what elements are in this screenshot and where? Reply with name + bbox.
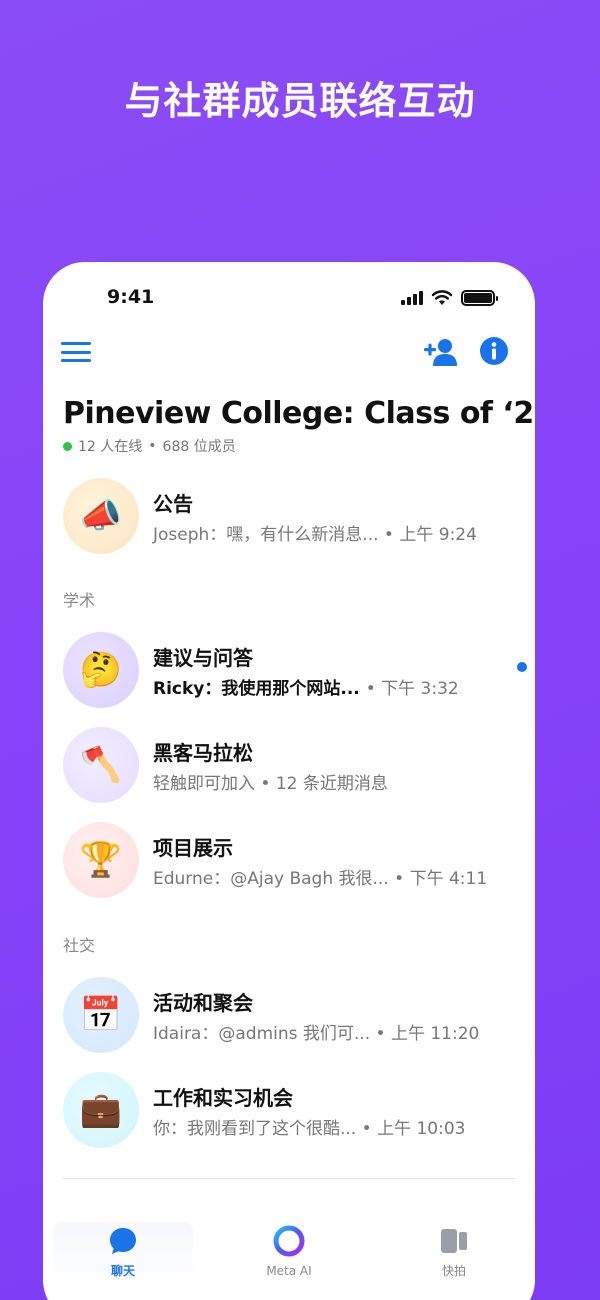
online-indicator-icon bbox=[63, 441, 72, 451]
signal-icon bbox=[401, 291, 423, 305]
preview-time: 上午 9:24 bbox=[399, 525, 477, 545]
section-label-academic: 学术 bbox=[63, 591, 96, 610]
calendar-icon: 📅 bbox=[63, 977, 139, 1053]
app-header bbox=[43, 332, 535, 372]
preview-sender: 你： bbox=[153, 1119, 187, 1139]
promo-headline: 与社群成员联络互动 bbox=[124, 79, 476, 123]
community-meta: 12 人在线 • 688 位成员 bbox=[63, 436, 236, 456]
preview-separator: • bbox=[361, 1119, 378, 1139]
group-title: 公告 bbox=[153, 492, 193, 516]
unread-indicator-icon bbox=[517, 662, 527, 672]
preview-separator: • bbox=[365, 679, 382, 699]
group-title: 建议与问答 bbox=[153, 646, 253, 670]
preview-text: @admins 我们可... bbox=[218, 1024, 371, 1044]
bottom-tab-bar: 聊天 Meta AI 快拍 bbox=[43, 1222, 535, 1292]
menu-button[interactable] bbox=[61, 338, 91, 366]
thinking-face-icon: 🤔 bbox=[63, 632, 139, 708]
group-preview: 轻触即可加入 • 12 条近期消息 bbox=[153, 769, 388, 794]
preview-text: 我刚看到了这个很酷... bbox=[187, 1119, 357, 1139]
battery-icon bbox=[461, 290, 498, 306]
group-title: 项目展示 bbox=[153, 836, 233, 860]
preview-text: 嘿，有什么新消息... bbox=[226, 525, 379, 545]
briefcase-icon: 💼 bbox=[63, 1072, 139, 1148]
preview-time: 上午 11:20 bbox=[390, 1024, 480, 1044]
preview-separator: • bbox=[394, 869, 410, 889]
tab-meta-ai[interactable]: Meta AI bbox=[219, 1222, 359, 1286]
preview-sender: Ricky： bbox=[153, 679, 222, 699]
axe-icon: 🪓 bbox=[63, 727, 139, 803]
group-title: 黑客马拉松 bbox=[153, 741, 253, 765]
preview-time: 上午 10:03 bbox=[377, 1119, 466, 1139]
group-row-events[interactable]: 📅 活动和聚会 Idaira：@admins 我们可... • 上午 11:20 bbox=[61, 975, 521, 1055]
stories-icon bbox=[441, 1229, 467, 1253]
status-bar: 9:41 bbox=[43, 286, 535, 310]
preview-text: 我使用那个网站... bbox=[221, 679, 360, 699]
preview-sender: Joseph： bbox=[153, 525, 227, 545]
preview-text: @Ajay Bagh 我很... bbox=[230, 869, 389, 889]
tab-stories[interactable]: 快拍 bbox=[384, 1222, 524, 1286]
preview-time: 下午 3:32 bbox=[381, 679, 459, 699]
chat-bubble-icon bbox=[110, 1228, 136, 1254]
preview-separator: • bbox=[260, 774, 276, 794]
preview-separator: • bbox=[383, 525, 400, 545]
info-button[interactable] bbox=[479, 336, 509, 366]
divider bbox=[63, 1178, 515, 1179]
group-preview: Edurne：@Ajay Bagh 我很... • 下午 4:11 bbox=[153, 864, 487, 889]
group-title: 工作和实习机会 bbox=[153, 1086, 293, 1110]
preview-time: 下午 4:11 bbox=[409, 869, 488, 889]
preview-sender: Edurne： bbox=[153, 869, 231, 889]
group-preview: Joseph：嘿，有什么新消息... • 上午 9:24 bbox=[153, 520, 477, 545]
trophy-icon: 🏆 bbox=[63, 822, 139, 898]
group-row-hackathon[interactable]: 🪓 黑客马拉松 轻触即可加入 • 12 条近期消息 bbox=[61, 725, 521, 805]
preview-sender: Idaira： bbox=[153, 1024, 219, 1044]
status-time: 9:41 bbox=[107, 286, 155, 308]
tab-label: 快拍 bbox=[441, 1264, 466, 1278]
group-row-jobs[interactable]: 💼 工作和实习机会 你：我刚看到了这个很酷... • 上午 10:03 bbox=[61, 1070, 521, 1150]
group-row-announcements[interactable]: 📣 公告 Joseph：嘿，有什么新消息... • 上午 9:24 bbox=[61, 476, 521, 556]
group-preview: Ricky：我使用那个网站... • 下午 3:32 bbox=[153, 674, 459, 699]
online-count: 12 人在线 bbox=[78, 439, 143, 455]
tab-chats[interactable]: 聊天 bbox=[53, 1222, 193, 1286]
add-member-button[interactable] bbox=[423, 336, 459, 368]
phone-frame: 9:41 Pineview College: Class of ‘28 12 人… bbox=[43, 262, 535, 1300]
section-label-social: 社交 bbox=[63, 936, 96, 955]
menu-icon-bar bbox=[61, 359, 91, 362]
tab-label: 聊天 bbox=[110, 1264, 135, 1278]
tab-label: Meta AI bbox=[266, 1264, 312, 1278]
meta-separator: • bbox=[148, 438, 157, 454]
member-count: 688 位成员 bbox=[162, 439, 236, 455]
status-icons bbox=[401, 290, 498, 306]
preview-separator: • bbox=[375, 1024, 391, 1044]
megaphone-icon: 📣 bbox=[63, 478, 139, 554]
preview-text: 轻触即可加入 bbox=[153, 774, 255, 794]
group-row-qa[interactable]: 🤔 建议与问答 Ricky：我使用那个网站... • 下午 3:32 bbox=[61, 630, 527, 710]
menu-icon-bar bbox=[61, 350, 91, 354]
meta-ai-ring-icon bbox=[273, 1225, 305, 1257]
community-title: Pineview College: Class of ‘28 bbox=[63, 396, 535, 431]
group-title: 活动和聚会 bbox=[153, 991, 253, 1015]
group-preview: Idaira：@admins 我们可... • 上午 11:20 bbox=[153, 1019, 479, 1044]
wifi-icon bbox=[431, 290, 453, 305]
group-row-project-showcase[interactable]: 🏆 项目展示 Edurne：@Ajay Bagh 我很... • 下午 4:11 bbox=[61, 820, 521, 900]
group-preview: 你：我刚看到了这个很酷... • 上午 10:03 bbox=[153, 1114, 465, 1139]
preview-time: 12 条近期消息 bbox=[275, 774, 388, 794]
menu-icon-bar bbox=[61, 342, 91, 345]
